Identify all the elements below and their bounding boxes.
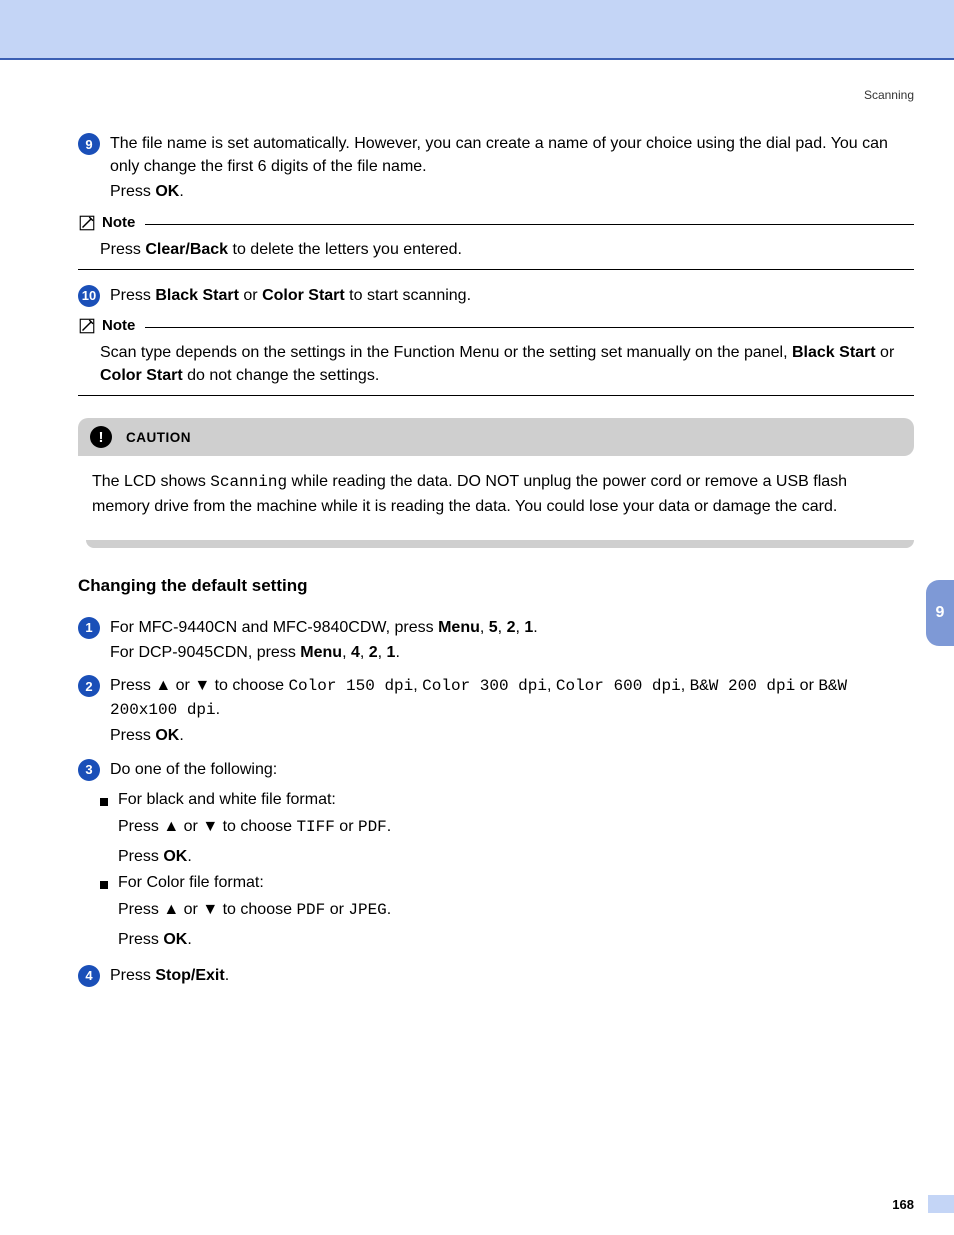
s1-d: For DCP-9045CDN, press (110, 644, 300, 661)
step-9-period: . (179, 183, 183, 200)
step-10-body: Press Black Start or Color Start to star… (110, 284, 914, 307)
caution-body: The LCD shows Scanning while reading the… (78, 456, 914, 539)
step-9-press: Press (110, 183, 155, 200)
step-9-text: The file name is set automatically. Howe… (110, 135, 888, 175)
note-2: Note Scan type depends on the settings i… (78, 317, 914, 396)
page-number: 168 (0, 1197, 954, 1212)
ok-key: OK (155, 727, 179, 744)
color-start-key: Color Start (262, 287, 345, 304)
bw-format-item: For black and white file format: (100, 791, 914, 809)
note-icon (78, 214, 96, 232)
cd-step-4: 4 Press Stop/Exit. (78, 964, 914, 987)
s10-c: or (239, 287, 262, 304)
page-content: Scanning 9 The file name is set automati… (0, 60, 954, 1017)
opt-color-600: Color 600 dpi (556, 677, 681, 695)
step-9-body: The file name is set automatically. Howe… (110, 132, 914, 204)
menu-key: Menu (438, 619, 480, 636)
note-1-body: Press Clear/Back to delete the letters y… (78, 232, 914, 269)
opt-pdf: PDF (296, 901, 325, 919)
square-bullet-icon (100, 798, 108, 806)
down-arrow-icon: ▼ (194, 677, 210, 694)
note-1-c: to delete the letters you entered. (228, 241, 462, 258)
ok-key: OK (155, 183, 179, 200)
opt-bw-200: B&W 200 dpi (690, 677, 796, 695)
s3-intro: Do one of the following: (110, 761, 277, 778)
section-changing-default: Changing the default setting (78, 576, 914, 596)
up-arrow-icon: ▲ (163, 818, 179, 835)
scanning-lcd-text: Scanning (210, 473, 287, 491)
n2-e: do not change the settings. (183, 367, 380, 384)
cd-step-1-body: For MFC-9440CN and MFC-9840CDW, press Me… (110, 616, 914, 664)
caution-head: ! CAUTION (78, 418, 914, 456)
black-start-key: Black Start (792, 344, 876, 361)
opt-pdf: PDF (358, 818, 387, 836)
opt-color-300: Color 300 dpi (422, 677, 547, 695)
note-1: Note Press Clear/Back to delete the lett… (78, 214, 914, 270)
ok-key: OK (163, 931, 187, 948)
opt-jpeg: JPEG (348, 901, 386, 919)
s10-e: to start scanning. (345, 287, 471, 304)
step-10: 10 Press Black Start or Color Start to s… (78, 284, 914, 307)
n2-a: Scan type depends on the settings in the… (100, 344, 792, 361)
step-number-10: 10 (78, 285, 100, 307)
s1-a: For MFC-9440CN and MFC-9840CDW, press (110, 619, 438, 636)
color-head: For Color file format: (118, 874, 264, 892)
n2-c: or (876, 344, 895, 361)
color-line-2: Press OK. (118, 928, 914, 951)
note-title: Note (102, 214, 135, 231)
cd-step-2: 2 Press ▲ or ▼ to choose Color 150 dpi, … (78, 674, 914, 748)
caution-title: CAUTION (126, 430, 191, 445)
chapter-tab: 9 (926, 580, 954, 646)
opt-tiff: TIFF (296, 818, 334, 836)
note-icon (78, 317, 96, 335)
cd-step-2-body: Press ▲ or ▼ to choose Color 150 dpi, Co… (110, 674, 914, 748)
top-banner (0, 0, 954, 60)
color-line-1: Press ▲ or ▼ to choose PDF or JPEG. (118, 898, 914, 922)
bw-line-2: Press OK. (118, 845, 914, 868)
bw-line-1: Press ▲ or ▼ to choose TIFF or PDF. (118, 815, 914, 839)
clear-back-key: Clear/Back (145, 241, 228, 258)
opt-color-150: Color 150 dpi (288, 677, 413, 695)
ok-key: OK (163, 848, 187, 865)
step-9: 9 The file name is set automatically. Ho… (78, 132, 914, 204)
note-2-body: Scan type depends on the settings in the… (78, 335, 914, 395)
down-arrow-icon: ▼ (202, 818, 218, 835)
note-title: Note (102, 317, 135, 334)
cd-step-1: 1 For MFC-9440CN and MFC-9840CDW, press … (78, 616, 914, 664)
running-header: Scanning (78, 88, 914, 102)
note-1-a: Press (100, 241, 145, 258)
square-bullet-icon (100, 881, 108, 889)
bw-head: For black and white file format: (118, 791, 336, 809)
down-arrow-icon: ▼ (202, 901, 218, 918)
step-number-4: 4 (78, 965, 100, 987)
caution-icon: ! (90, 426, 112, 448)
stop-exit-key: Stop/Exit (155, 967, 224, 984)
color-format-item: For Color file format: (100, 874, 914, 892)
up-arrow-icon: ▲ (163, 901, 179, 918)
color-start-key: Color Start (100, 367, 183, 384)
cd-step-3: 3 Do one of the following: (78, 758, 914, 781)
step-number-2: 2 (78, 675, 100, 697)
step-number-1: 1 (78, 617, 100, 639)
step-number-3: 3 (78, 759, 100, 781)
step-number-9: 9 (78, 133, 100, 155)
s10-a: Press (110, 287, 155, 304)
caution-block: ! CAUTION The LCD shows Scanning while r… (78, 418, 914, 547)
cd-step-3-body: Do one of the following: (110, 758, 914, 781)
up-arrow-icon: ▲ (155, 677, 171, 694)
caution-a: The LCD shows (92, 473, 210, 490)
black-start-key: Black Start (155, 287, 239, 304)
cd-step-4-body: Press Stop/Exit. (110, 964, 914, 987)
menu-key: Menu (300, 644, 342, 661)
